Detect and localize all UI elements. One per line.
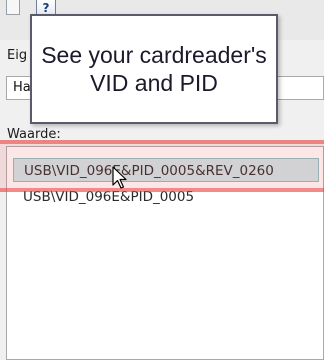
property-dropdown-value: Ha [13, 80, 31, 95]
list-item-selected[interactable]: USB\VID_096E&PID_0005&REV_0260 [13, 158, 319, 182]
property-label: Eig [7, 48, 28, 63]
callout-text: See your cardreader's VID and PID [41, 42, 267, 96]
list-item[interactable]: USB\VID_096E&PID_0005 [13, 185, 319, 209]
mouse-cursor-icon [112, 166, 127, 189]
document-icon [6, 0, 20, 15]
value-list[interactable]: USB\VID_096E&PID_0005&REV_0260 USB\VID_0… [6, 146, 324, 360]
annotation-callout: See your cardreader's VID and PID [30, 14, 278, 124]
value-label: Waarde: [7, 127, 61, 142]
